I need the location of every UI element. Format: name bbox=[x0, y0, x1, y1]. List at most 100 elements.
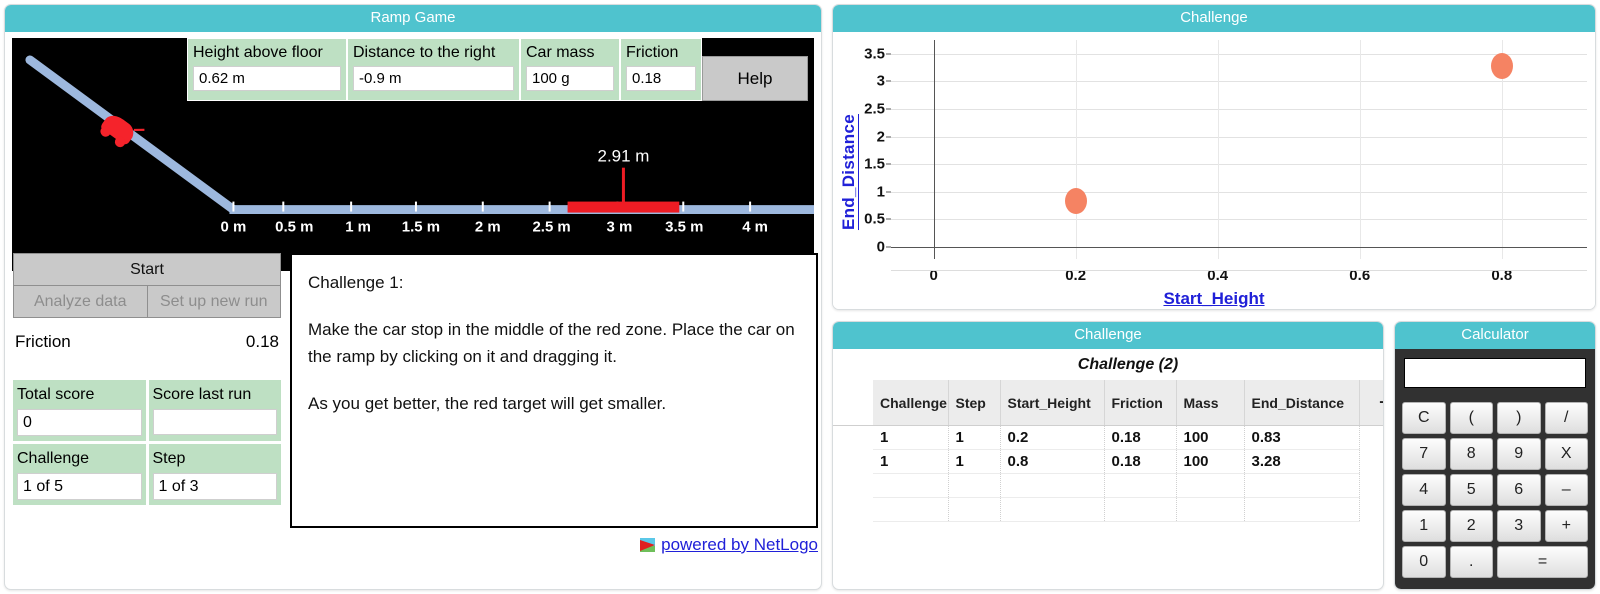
table-cell[interactable] bbox=[1104, 497, 1177, 522]
table-cell[interactable]: 0.2 bbox=[1000, 425, 1105, 450]
table-cell[interactable]: 100 bbox=[1176, 449, 1245, 474]
table-empty-row[interactable] bbox=[833, 497, 1383, 522]
table-empty-row[interactable] bbox=[833, 473, 1383, 498]
chart-y-tick-mark bbox=[886, 191, 891, 193]
start-button[interactable]: Start bbox=[13, 253, 281, 286]
score-last-run-value[interactable] bbox=[152, 409, 277, 435]
table-cell[interactable]: 0.8 bbox=[1000, 449, 1105, 474]
chart-y-tick-mark bbox=[886, 218, 891, 220]
calculator-key-minus[interactable]: – bbox=[1544, 474, 1588, 506]
calculator-key-decimal[interactable]: . bbox=[1449, 546, 1493, 578]
step-counter-value[interactable]: 1 of 3 bbox=[152, 473, 277, 500]
calculator-key-0[interactable]: 0 bbox=[1402, 546, 1446, 578]
chart-gridline-h bbox=[891, 136, 1587, 138]
table-cell[interactable]: 0.83 bbox=[1244, 425, 1360, 450]
calculator-body: C()/ 7 8 9 X 4 5 6– 1 2 3 +0. = bbox=[1395, 349, 1595, 589]
table-row-spacer bbox=[833, 449, 873, 474]
calculator-key-3[interactable]: 3 bbox=[1497, 510, 1541, 542]
table-cell[interactable] bbox=[1244, 473, 1360, 498]
table-column-header[interactable]: Friction bbox=[1104, 380, 1177, 426]
param-mass-input[interactable]: 100 g bbox=[526, 66, 614, 91]
challenge-counter-value[interactable]: 1 of 5 bbox=[17, 473, 142, 500]
table-column-header[interactable]: Challenge bbox=[873, 380, 949, 426]
svg-text:1 m: 1 m bbox=[345, 219, 371, 236]
table-cell[interactable]: 1 bbox=[948, 425, 1001, 450]
calculator-key-lparen[interactable]: ( bbox=[1449, 402, 1493, 434]
param-friction-input[interactable]: 0.18 bbox=[626, 66, 696, 91]
controls-column: Start Analyze data Set up new run Fricti… bbox=[13, 253, 281, 505]
add-column-button[interactable]: + bbox=[1359, 380, 1383, 426]
calculator-key-X[interactable]: X bbox=[1544, 438, 1588, 470]
calculator-key-9[interactable]: 9 bbox=[1497, 438, 1541, 470]
calculator-key-plus[interactable]: + bbox=[1544, 510, 1588, 542]
table-cell[interactable] bbox=[1000, 473, 1105, 498]
table-cell[interactable] bbox=[1176, 473, 1245, 498]
friction-monitor-value: 0.18 bbox=[245, 332, 279, 351]
param-friction: Friction 0.18 bbox=[620, 38, 702, 101]
param-height-input[interactable]: 0.62 m bbox=[193, 66, 341, 91]
setup-new-run-button[interactable]: Set up new run bbox=[146, 285, 281, 318]
score-last-run-field: Score last run bbox=[148, 380, 281, 441]
table-cell[interactable] bbox=[873, 497, 949, 522]
netlogo-link[interactable]: powered by NetLogo bbox=[639, 535, 818, 555]
table-body: 1 1 0.2 0.18 100 0.83 1 1 0.8 0.18 100 3.28 bbox=[833, 425, 1383, 522]
help-button[interactable]: Help bbox=[702, 56, 808, 101]
total-score-label: Total score bbox=[17, 386, 95, 403]
table-row[interactable]: 1 1 0.8 0.18 100 3.28 bbox=[833, 449, 1383, 474]
param-height-label: Height above floor bbox=[193, 44, 323, 61]
chart-y-tick-mark bbox=[886, 80, 891, 82]
table-row-end-spacer bbox=[1359, 425, 1383, 450]
table-cell[interactable]: 1 bbox=[873, 425, 949, 450]
table-cell[interactable] bbox=[948, 497, 1001, 522]
table-row-end-spacer bbox=[1359, 497, 1383, 522]
netlogo-link-text: powered by NetLogo bbox=[661, 535, 818, 554]
table-cell[interactable]: 1 bbox=[873, 449, 949, 474]
table-cell[interactable]: 100 bbox=[1176, 425, 1245, 450]
calculator-display[interactable] bbox=[1404, 358, 1586, 388]
ruler-labels: 0 m 0.5 m 1 m 1.5 m 2 m 2.5 m 3 m 3.5 m … bbox=[221, 219, 768, 236]
table-cell[interactable]: 0.18 bbox=[1104, 449, 1177, 474]
calculator-key-rparen[interactable]: ) bbox=[1497, 402, 1541, 434]
table-row[interactable]: 1 1 0.2 0.18 100 0.83 bbox=[833, 425, 1383, 450]
param-distance-right: Distance to the right -0.9 m bbox=[347, 38, 520, 101]
table-cell[interactable] bbox=[1000, 497, 1105, 522]
chart-x-axis-label[interactable]: Start_Height bbox=[833, 289, 1595, 309]
table-cell[interactable] bbox=[1104, 473, 1177, 498]
chart-y-tick-label: 3 bbox=[876, 72, 885, 90]
param-distance-label: Distance to the right bbox=[353, 44, 496, 61]
table-cell[interactable] bbox=[1244, 497, 1360, 522]
calculator-key-7[interactable]: 7 bbox=[1402, 438, 1446, 470]
chart-data-point[interactable] bbox=[1064, 188, 1087, 215]
calculator-key-divide[interactable]: / bbox=[1544, 402, 1588, 434]
calculator-key-4[interactable]: 4 bbox=[1402, 474, 1446, 506]
table-cell[interactable] bbox=[948, 473, 1001, 498]
table-cell[interactable]: 3.28 bbox=[1244, 449, 1360, 474]
table-cell[interactable] bbox=[1176, 497, 1245, 522]
table-cell[interactable] bbox=[873, 473, 949, 498]
chart-data-point[interactable] bbox=[1490, 52, 1513, 79]
simulation-canvas[interactable]: 2.91 m 0 m 0.5 m 1 m 1.5 m 2 m 2.5 m 3 m… bbox=[12, 38, 814, 271]
challenge-counter-field: Challenge 1 of 5 bbox=[13, 444, 146, 505]
table-column-header[interactable]: Step bbox=[948, 380, 1001, 426]
table-column-header[interactable]: End_Distance bbox=[1244, 380, 1360, 426]
calculator-key-C[interactable]: C bbox=[1402, 402, 1446, 434]
table-cell[interactable]: 1 bbox=[948, 449, 1001, 474]
calculator-title: Calculator bbox=[1395, 322, 1595, 349]
chart-plot-area[interactable]: 0 0.5 1 1.5 2 2.5 3 3.5 0 0.2 0.4 0.6 0.8 bbox=[864, 40, 1587, 284]
calculator-key-2[interactable]: 2 bbox=[1449, 510, 1493, 542]
param-friction-label: Friction bbox=[626, 44, 679, 61]
calculator-key-6[interactable]: 6 bbox=[1497, 474, 1541, 506]
param-mass-label: Car mass bbox=[526, 44, 595, 61]
calculator-key-equals[interactable]: = bbox=[1497, 546, 1588, 578]
param-distance-input[interactable]: -0.9 m bbox=[353, 66, 514, 91]
calculator-key-5[interactable]: 5 bbox=[1449, 474, 1493, 506]
total-score-value[interactable]: 0 bbox=[17, 409, 142, 436]
table-cell[interactable]: 0.18 bbox=[1104, 425, 1177, 450]
calculator-key-1[interactable]: 1 bbox=[1402, 510, 1446, 542]
table-column-header[interactable]: Start_Height bbox=[1000, 380, 1105, 426]
chart-y-axis-label[interactable]: End_Distance bbox=[839, 114, 859, 230]
calculator-key-8[interactable]: 8 bbox=[1449, 438, 1493, 470]
table-column-header[interactable]: Mass bbox=[1176, 380, 1245, 426]
svg-text:3.5 m: 3.5 m bbox=[665, 219, 703, 236]
analyze-data-button[interactable]: Analyze data bbox=[13, 285, 148, 318]
